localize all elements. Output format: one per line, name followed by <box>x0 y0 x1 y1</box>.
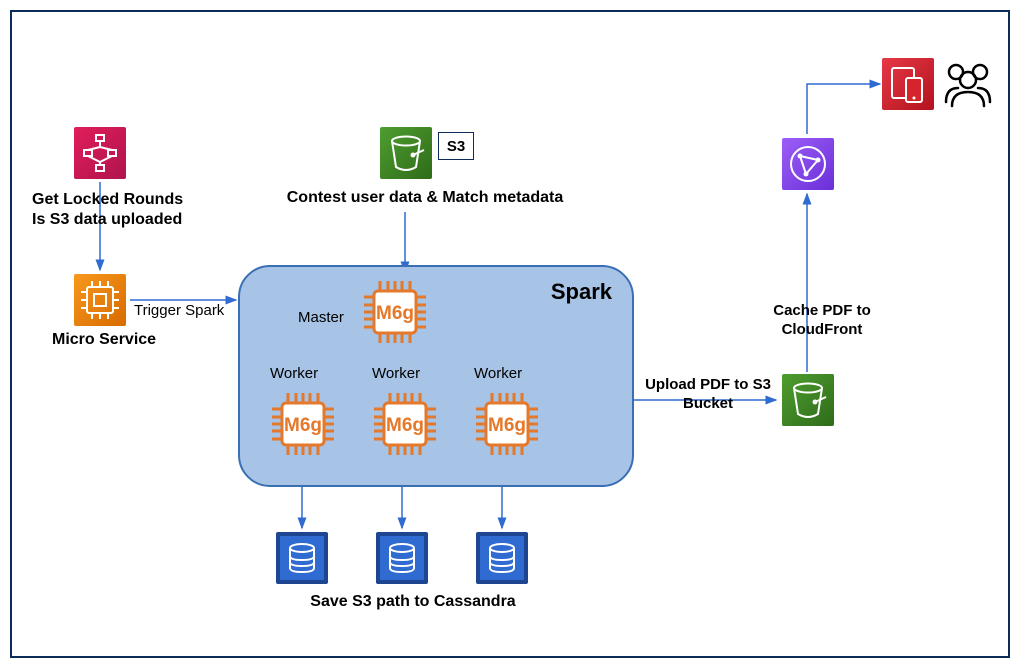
upload-pdf-label: Upload PDF to S3 Bucket <box>624 376 792 414</box>
microservice-icon <box>74 274 126 326</box>
svg-text:M6g: M6g <box>284 415 322 436</box>
s3-target-icon <box>782 374 834 426</box>
trigger-spark-label: Trigger Spark <box>134 302 224 321</box>
master-label: Master <box>298 309 344 326</box>
caption-line-2: Is S3 data uploaded <box>32 211 182 228</box>
s3-badge: S3 <box>438 132 474 160</box>
worker-label-2: Worker <box>372 365 420 382</box>
master-chip-icon: M6g <box>360 277 430 347</box>
svg-text:M6g: M6g <box>488 415 526 436</box>
stepfunctions-icon <box>74 127 126 179</box>
microservice-label: Micro Service <box>52 330 172 350</box>
users-icon <box>940 58 996 110</box>
stepfunctions-caption: Get Locked Rounds Is S3 data uploaded <box>32 190 207 230</box>
worker-chip-3-icon: M6g <box>472 389 542 459</box>
client-devices-icon <box>882 58 934 110</box>
cloudfront-icon <box>782 138 834 190</box>
caption-line-1: Get Locked Rounds <box>32 191 183 208</box>
svg-text:M6g: M6g <box>376 303 414 324</box>
diagram-frame: Get Locked Rounds Is S3 data uploaded Mi… <box>10 10 1010 658</box>
cassandra-db-1-icon <box>276 532 328 584</box>
s3-source-icon <box>380 127 432 179</box>
worker-label-1: Worker <box>270 365 318 382</box>
worker-chip-2-icon: M6g <box>370 389 440 459</box>
worker-label-3: Worker <box>474 365 522 382</box>
spark-container: Spark Master M6g Worker Worker Worker <box>238 265 634 487</box>
s3-caption: Contest user data & Match metadata <box>280 188 570 208</box>
cache-label: Cache PDF to CloudFront <box>732 302 912 340</box>
svg-text:M6g: M6g <box>386 415 424 436</box>
cassandra-db-3-icon <box>476 532 528 584</box>
worker-chip-1-icon: M6g <box>268 389 338 459</box>
cassandra-db-2-icon <box>376 532 428 584</box>
spark-title: Spark <box>551 279 612 305</box>
cassandra-caption: Save S3 path to Cassandra <box>298 592 528 612</box>
